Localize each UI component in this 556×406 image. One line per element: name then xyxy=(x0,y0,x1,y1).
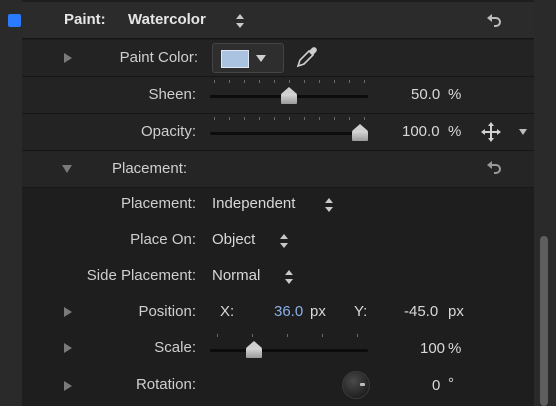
sheen-label: Sheen: xyxy=(148,86,196,103)
place-on-stepper[interactable] xyxy=(279,234,289,250)
side-placement-popup[interactable]: Normal xyxy=(212,267,260,284)
scale-row: Scale: 100 % xyxy=(22,330,534,366)
rotation-label: Rotation: xyxy=(135,376,196,393)
scale-slider-ticks xyxy=(217,334,367,338)
opacity-unit: % xyxy=(448,123,462,140)
disclosure-triangle-icon[interactable] xyxy=(64,53,72,63)
disclosure-triangle-icon[interactable] xyxy=(64,307,72,317)
opacity-row: Opacity: 100.0 % xyxy=(22,114,534,151)
placement-label: Placement: xyxy=(120,195,196,212)
rotation-dial[interactable] xyxy=(342,371,370,399)
place-on-row: Place On: Object xyxy=(22,222,534,258)
paint-color-row: Paint Color: xyxy=(22,40,534,77)
position-row: Position: X: 36.0 px Y: -45.0 px xyxy=(22,294,534,330)
opacity-value[interactable]: 100.0 xyxy=(402,123,440,140)
placement-group-row: Placement: xyxy=(22,151,534,188)
placement-popup[interactable]: Independent xyxy=(212,195,295,212)
disclosure-triangle-open-icon[interactable] xyxy=(62,165,72,173)
paint-type-popup[interactable]: Watercolor xyxy=(128,11,206,28)
placement-group-label: Placement: xyxy=(112,160,188,177)
animation-menu-icon[interactable] xyxy=(519,129,527,135)
sheen-row: Sheen: 50.0 % xyxy=(22,77,534,114)
vertical-scrollbar[interactable] xyxy=(540,236,548,406)
rotation-dial-indicator xyxy=(360,383,365,386)
rotation-row: Rotation: 0 ° xyxy=(22,366,534,406)
rotation-value[interactable]: 0 xyxy=(432,377,440,394)
sheen-slider-ticks xyxy=(214,80,365,84)
place-on-label: Place On: xyxy=(130,231,196,248)
color-swatch xyxy=(221,50,249,68)
position-x-value[interactable]: 36.0 xyxy=(274,303,303,320)
opacity-label: Opacity: xyxy=(140,123,196,140)
reset-icon[interactable] xyxy=(486,13,502,29)
paint-color-label: Paint Color: xyxy=(119,49,198,66)
opacity-slider-ticks xyxy=(214,117,365,121)
opacity-slider-knob[interactable] xyxy=(352,124,368,142)
side-placement-label: Side Placement: xyxy=(86,267,196,284)
sheen-slider-knob[interactable] xyxy=(281,87,297,105)
placement-stepper[interactable] xyxy=(324,198,334,214)
position-y-unit: px xyxy=(448,303,464,320)
chevron-down-icon xyxy=(256,55,266,62)
opacity-slider-track[interactable] xyxy=(210,132,368,135)
position-x-label: X: xyxy=(220,303,235,320)
keyframe-move-icon[interactable] xyxy=(480,121,502,143)
scale-unit: % xyxy=(448,340,462,357)
place-on-popup[interactable]: Object xyxy=(212,231,255,248)
position-y-value[interactable]: -45.0 xyxy=(404,303,438,320)
paint-title: Paint: xyxy=(64,11,106,28)
disclosure-triangle-icon[interactable] xyxy=(64,381,72,391)
enable-checkbox[interactable] xyxy=(8,14,21,27)
position-label: Position: xyxy=(138,303,196,320)
left-gutter xyxy=(0,0,22,406)
eyedropper-icon[interactable] xyxy=(295,45,319,69)
position-y-label: Y: xyxy=(354,303,368,320)
disclosure-triangle-icon[interactable] xyxy=(64,343,72,353)
scale-slider-knob[interactable] xyxy=(246,341,262,359)
sheen-unit: % xyxy=(448,86,462,103)
scale-label: Scale: xyxy=(154,339,196,356)
position-x-unit: px xyxy=(310,303,326,320)
rotation-unit: ° xyxy=(448,375,454,392)
color-well[interactable] xyxy=(212,43,284,73)
scale-slider-track[interactable] xyxy=(210,349,368,352)
reset-icon[interactable] xyxy=(486,160,502,176)
paint-header-row: Paint: Watercolor xyxy=(8,2,534,39)
side-placement-row: Side Placement: Normal xyxy=(22,258,534,294)
scale-value[interactable]: 100 xyxy=(420,340,445,357)
side-placement-stepper[interactable] xyxy=(284,270,294,286)
paint-type-stepper[interactable] xyxy=(235,14,245,30)
placement-row: Placement: Independent xyxy=(22,186,534,222)
sheen-value[interactable]: 50.0 xyxy=(411,86,440,103)
